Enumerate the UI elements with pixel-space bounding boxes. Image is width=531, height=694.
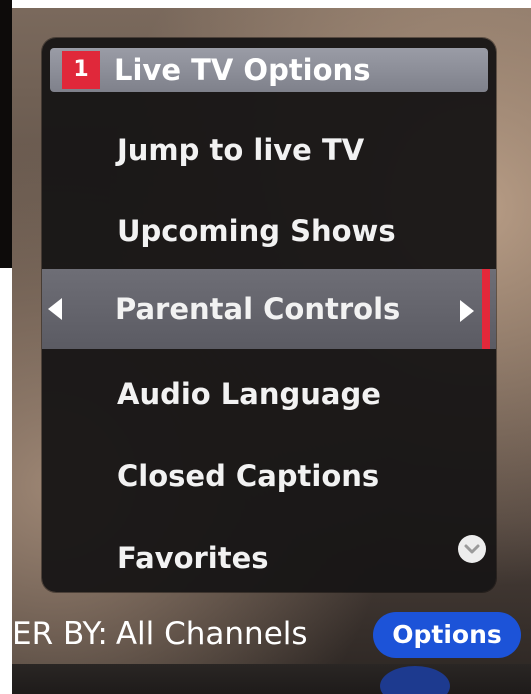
photo-margin-left — [0, 268, 12, 694]
menu-item-closed-captions[interactable]: Closed Captions — [42, 436, 496, 516]
filter-prefix: ER BY: — [12, 616, 108, 652]
menu-item-label: Parental Controls — [115, 292, 401, 326]
selection-indicator — [482, 269, 490, 349]
menu-item-jump-to-live-tv[interactable]: Jump to live TV — [42, 110, 496, 190]
menu-item-label: Upcoming Shows — [117, 214, 396, 248]
photo-margin-top — [12, 0, 531, 8]
menu-item-label: Favorites — [117, 541, 269, 575]
menu-item-audio-language[interactable]: Audio Language — [42, 354, 496, 434]
filter-value: All Channels — [115, 616, 308, 652]
menu-item-upcoming-shows[interactable]: Upcoming Shows — [42, 191, 496, 271]
live-tv-options-menu: 1 Live TV Options Jump to live TV Upcomi… — [42, 38, 496, 592]
bottom-strip — [12, 664, 531, 694]
menu-item-favorites[interactable]: Favorites — [42, 518, 496, 592]
photo-edge — [0, 0, 12, 268]
menu-item-label: Audio Language — [117, 377, 381, 411]
tv-screen: 1 Live TV Options Jump to live TV Upcomi… — [0, 0, 531, 694]
arrow-right-icon[interactable] — [460, 300, 474, 322]
menu-item-label: Closed Captions — [117, 459, 380, 493]
filter-status: ER BY: All Channels — [12, 612, 308, 656]
menu-header: 1 Live TV Options — [50, 48, 488, 92]
arrow-left-icon[interactable] — [48, 298, 62, 320]
menu-item-parental-controls[interactable]: Parental Controls — [42, 269, 496, 349]
menu-item-label: Jump to live TV — [117, 133, 365, 167]
menu-title: Live TV Options — [114, 53, 371, 87]
chevron-down-circle-icon[interactable] — [458, 535, 486, 563]
options-button[interactable]: Options — [373, 612, 521, 658]
notification-badge: 1 — [62, 51, 100, 89]
